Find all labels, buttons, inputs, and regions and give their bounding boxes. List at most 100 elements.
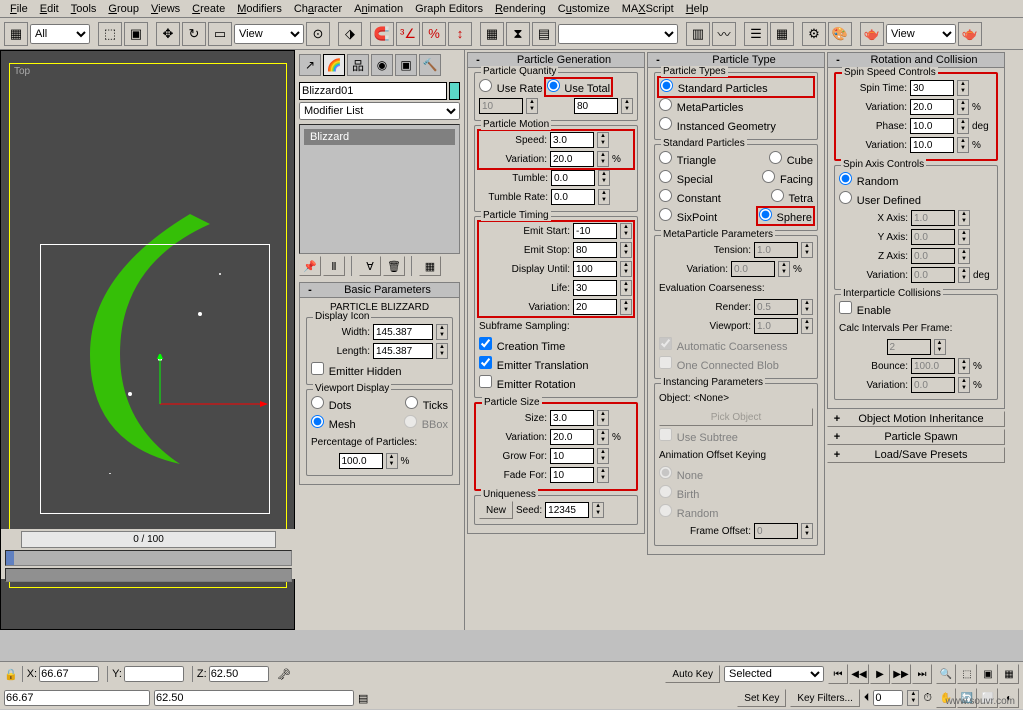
width-field[interactable] xyxy=(373,324,433,340)
quick-render-icon[interactable]: 🫖 xyxy=(860,22,884,46)
speed-spinner[interactable]: ▲▼ xyxy=(597,132,609,148)
use-center-icon[interactable]: ⊙ xyxy=(306,22,330,46)
percentage-spinner[interactable]: ▲▼ xyxy=(386,453,398,469)
rollout-particle-spawn[interactable]: +Particle Spawn xyxy=(827,429,1005,445)
next-frame-icon[interactable]: ▶▶ xyxy=(891,664,911,684)
lock-selection-icon[interactable]: 🔒 xyxy=(4,668,18,681)
size-field[interactable] xyxy=(550,410,594,426)
spin-time-field[interactable] xyxy=(910,80,954,96)
life-var-spinner[interactable]: ▲▼ xyxy=(620,299,632,315)
zoom-all-icon[interactable]: ⬚ xyxy=(957,664,977,684)
radio-facing[interactable]: Facing xyxy=(762,170,813,186)
emitter-hidden-checkbox[interactable]: Emitter Hidden xyxy=(311,362,402,378)
menu-edit[interactable]: Edit xyxy=(34,3,65,15)
size-var-spinner[interactable]: ▲▼ xyxy=(597,429,609,445)
time-config-icon[interactable]: ⏱ xyxy=(923,692,932,705)
radio-constant[interactable]: Constant xyxy=(659,189,721,205)
schematic-icon[interactable]: ☰ xyxy=(744,22,768,46)
rollout-load-save-presets[interactable]: +Load/Save Presets xyxy=(827,447,1005,463)
x-coord-field[interactable] xyxy=(39,666,99,682)
rotate-icon[interactable]: ↻ xyxy=(182,22,206,46)
width-spinner[interactable]: ▲▼ xyxy=(436,324,448,340)
spin-time-spinner[interactable]: ▲▼ xyxy=(957,80,969,96)
menu-rendering[interactable]: Rendering xyxy=(489,3,552,15)
configure-sets-icon[interactable]: ▦ xyxy=(419,256,441,276)
spinner-snap-icon[interactable]: ↕ xyxy=(448,22,472,46)
emit-stop-field[interactable] xyxy=(573,242,617,258)
prev-frame-icon[interactable]: ◀◀ xyxy=(849,664,869,684)
named-selection-sets[interactable] xyxy=(558,24,678,44)
tumble-rate-spinner[interactable]: ▲▼ xyxy=(598,189,610,205)
life-spinner[interactable]: ▲▼ xyxy=(620,280,632,296)
scale-icon[interactable]: ▭ xyxy=(208,22,232,46)
select-manipulate-icon[interactable]: ⬗ xyxy=(338,22,362,46)
radio-instanced-geometry[interactable]: Instanced Geometry xyxy=(659,117,776,133)
menu-character[interactable]: Character xyxy=(288,3,348,15)
radio-use-total[interactable]: Use Total xyxy=(547,84,610,95)
fade-for-field[interactable] xyxy=(550,467,594,483)
angle-snap-icon[interactable]: ³∠ xyxy=(396,22,420,46)
prev-key-icon[interactable]: ⏴ xyxy=(864,692,870,705)
speed-var-field[interactable] xyxy=(550,151,594,167)
radio-mesh[interactable]: Mesh xyxy=(311,415,356,431)
object-color[interactable] xyxy=(449,82,460,100)
menu-grapheditors[interactable]: Graph Editors xyxy=(409,3,489,15)
stack-item-blizzard[interactable]: Blizzard xyxy=(304,129,455,145)
set-key-button[interactable]: Set Key xyxy=(737,689,786,707)
auto-key-button[interactable]: Auto Key xyxy=(665,665,720,683)
zoom-extents-icon[interactable]: ▣ xyxy=(978,664,998,684)
grow-for-field[interactable] xyxy=(550,448,594,464)
menu-views[interactable]: Views xyxy=(145,3,186,15)
length-field[interactable] xyxy=(373,343,433,359)
emit-stop-spinner[interactable]: ▲▼ xyxy=(620,242,632,258)
tumble-rate-field[interactable] xyxy=(551,189,595,205)
render-scene-icon[interactable]: ⚙ xyxy=(802,22,826,46)
spin-var-field[interactable] xyxy=(910,99,954,115)
y-coord-field[interactable] xyxy=(124,666,184,682)
selection-filter-icon[interactable]: ▦ xyxy=(4,22,28,46)
time-cursor[interactable] xyxy=(6,551,14,565)
render-type-icon[interactable]: 🎨 xyxy=(828,22,852,46)
snap-toggle-icon[interactable]: 🧲 xyxy=(370,22,394,46)
display-until-field[interactable] xyxy=(573,261,617,277)
menu-tools[interactable]: Tools xyxy=(65,3,103,15)
menu-file[interactable]: File xyxy=(4,3,34,15)
menu-group[interactable]: Group xyxy=(102,3,145,15)
named-sets-icon[interactable]: ▦ xyxy=(480,22,504,46)
radio-triangle[interactable]: Triangle xyxy=(659,151,716,167)
length-spinner[interactable]: ▲▼ xyxy=(436,343,448,359)
menu-animation[interactable]: Animation xyxy=(348,3,409,15)
menu-customize[interactable]: Customize xyxy=(552,3,616,15)
tab-hierarchy[interactable]: 品 xyxy=(347,54,369,76)
key-mode-icon[interactable]: 🗝 xyxy=(277,668,291,681)
key-filters-button[interactable]: Key Filters... xyxy=(790,689,860,707)
isolate-icon[interactable]: ▤ xyxy=(358,692,368,705)
radio-axis-random[interactable]: Random xyxy=(839,172,898,188)
time-slider[interactable] xyxy=(5,550,292,566)
radio-cube[interactable]: Cube xyxy=(769,151,813,167)
radio-sixpoint[interactable]: SixPoint xyxy=(659,208,717,224)
emit-start-field[interactable] xyxy=(573,223,617,239)
tab-motion[interactable]: ◉ xyxy=(371,54,393,76)
material-editor-icon[interactable]: ▦ xyxy=(770,22,794,46)
speed-var-spinner[interactable]: ▲▼ xyxy=(597,151,609,167)
spin-var-spinner[interactable]: ▲▼ xyxy=(957,99,969,115)
render-preset[interactable]: View xyxy=(886,24,956,44)
select-region-icon[interactable]: ⬚ xyxy=(98,22,122,46)
selection-filter[interactable]: All xyxy=(30,24,90,44)
fade-for-spinner[interactable]: ▲▼ xyxy=(597,467,609,483)
layers-icon[interactable]: ▥ xyxy=(686,22,710,46)
life-var-field[interactable] xyxy=(573,299,617,315)
size-spinner[interactable]: ▲▼ xyxy=(597,410,609,426)
display-until-spinner[interactable]: ▲▼ xyxy=(620,261,632,277)
track-bar[interactable] xyxy=(5,568,292,582)
use-total-field[interactable] xyxy=(574,98,618,114)
viewport-top[interactable]: Top x z y xyxy=(9,63,287,588)
menu-create[interactable]: Create xyxy=(186,3,231,15)
phase-spinner[interactable]: ▲▼ xyxy=(957,118,969,134)
emitter-rotation-checkbox[interactable]: Emitter Rotation xyxy=(479,375,576,391)
radio-sphere[interactable]: Sphere xyxy=(759,213,812,224)
play-icon[interactable]: ▶ xyxy=(870,664,890,684)
menu-maxscript[interactable]: MAXScript xyxy=(616,3,680,15)
menu-help[interactable]: Help xyxy=(680,3,715,15)
